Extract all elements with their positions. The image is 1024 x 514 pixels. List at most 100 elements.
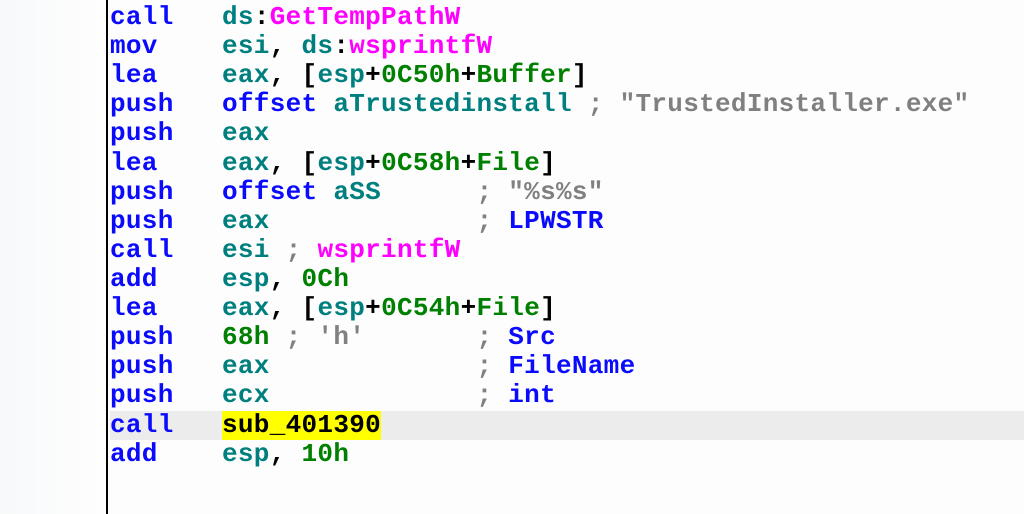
mnemonic: push [110, 352, 222, 381]
token: + [461, 61, 477, 90]
comment-text: "%s%s" [508, 178, 603, 207]
token: "TrustedInstaller.exe" [620, 90, 970, 119]
token: , [ [270, 294, 318, 323]
mnemonic: push [110, 381, 222, 410]
asm-line[interactable]: addesp, 10h [110, 440, 1024, 469]
mnemonic: call [110, 3, 222, 32]
token: ds [222, 3, 254, 32]
comment-text: Src [508, 323, 556, 352]
token: Buffer [476, 61, 571, 90]
token [270, 323, 286, 352]
token: ; [286, 236, 318, 265]
comment-text: LPWSTR [508, 207, 603, 236]
token: File [476, 294, 540, 323]
mnemonic: lea [110, 61, 222, 90]
token: + [365, 61, 381, 90]
token: 0Ch [302, 265, 350, 294]
token: , [270, 32, 302, 61]
comment-marker: ; [476, 323, 508, 352]
token: wsprintfW [349, 32, 492, 61]
token: + [365, 294, 381, 323]
token: eax [222, 294, 270, 323]
mnemonic: lea [110, 294, 222, 323]
asm-line[interactable]: leaeax, [esp+0C58h+File] [110, 149, 1024, 178]
asm-line[interactable]: pushecx ; int [110, 381, 1024, 410]
token: wsprintfW [317, 236, 460, 265]
asm-line[interactable]: pushoffset aTrustedinstall ; "TrustedIns… [110, 90, 1024, 119]
comment-text: FileName [508, 352, 635, 381]
token: ; 'h' [286, 323, 366, 352]
mnemonic: add [110, 440, 222, 469]
asm-line[interactable]: pusheax ; LPWSTR [110, 207, 1024, 236]
token: 10h [302, 440, 350, 469]
token: + [461, 149, 477, 178]
token: ecx [222, 381, 270, 410]
asm-line[interactable]: leaeax, [esp+0C50h+Buffer] [110, 61, 1024, 90]
token: ds [302, 32, 334, 61]
comment-text: int [508, 381, 556, 410]
asm-line[interactable]: pushoffset aSS ; "%s%s" [110, 178, 1024, 207]
token: esp [222, 265, 270, 294]
mnemonic: mov [110, 32, 222, 61]
mnemonic: push [110, 119, 222, 148]
token [572, 90, 588, 119]
comment-marker: ; [476, 381, 508, 410]
disassembly-view: callds:GetTempPathWmovesi, ds:wsprintfWl… [0, 0, 1024, 514]
token: , [270, 265, 302, 294]
token: esp [222, 440, 270, 469]
token: : [254, 3, 270, 32]
asm-line[interactable]: addesp, 0Ch [110, 265, 1024, 294]
asm-line[interactable]: pusheax ; FileName [110, 352, 1024, 381]
mnemonic: call [110, 236, 222, 265]
comment-marker: ; [476, 178, 508, 207]
token: + [461, 294, 477, 323]
token: ; [588, 90, 620, 119]
token: + [365, 149, 381, 178]
token: offset [222, 178, 317, 207]
token: , [ [270, 149, 318, 178]
token: esp [317, 61, 365, 90]
token: ] [572, 61, 588, 90]
comment-marker: ; [476, 352, 508, 381]
asm-line[interactable]: callds:GetTempPathW [110, 3, 1024, 32]
asm-line[interactable]: push68h ; 'h' ; Src [110, 323, 1024, 352]
asm-line[interactable]: callsub_401390 [110, 411, 1024, 440]
mnemonic: call [110, 411, 222, 440]
mnemonic: add [110, 265, 222, 294]
token [317, 90, 333, 119]
token: 0C58h [381, 149, 461, 178]
token: 0C54h [381, 294, 461, 323]
token: eax [222, 119, 270, 148]
token: ] [540, 294, 556, 323]
asm-line[interactable]: movesi, ds:wsprintfW [110, 32, 1024, 61]
token [270, 236, 286, 265]
token: File [476, 149, 540, 178]
token: eax [222, 207, 270, 236]
mnemonic: push [110, 323, 222, 352]
token: esi [222, 236, 270, 265]
token: , [ [270, 61, 318, 90]
mnemonic: push [110, 178, 222, 207]
token: aSS [333, 178, 381, 207]
token: eax [222, 61, 270, 90]
token: aTrustedinstall [333, 90, 572, 119]
token [317, 178, 333, 207]
token: esi [222, 32, 270, 61]
token: GetTempPathW [270, 3, 461, 32]
token: eax [222, 149, 270, 178]
mnemonic: push [110, 207, 222, 236]
asm-line[interactable]: leaeax, [esp+0C54h+File] [110, 294, 1024, 323]
token: esp [317, 149, 365, 178]
asm-line[interactable]: callesi ; wsprintfW [110, 236, 1024, 265]
token: sub_401390 [222, 411, 381, 440]
token: 0C50h [381, 61, 461, 90]
token: esp [317, 294, 365, 323]
token: 68h [222, 323, 270, 352]
code-listing[interactable]: callds:GetTempPathWmovesi, ds:wsprintfWl… [108, 0, 1024, 514]
asm-line[interactable]: pusheax [110, 119, 1024, 148]
mnemonic: lea [110, 149, 222, 178]
token: ] [540, 149, 556, 178]
comment-marker: ; [476, 207, 508, 236]
token: eax [222, 352, 270, 381]
address-gutter [0, 0, 108, 514]
